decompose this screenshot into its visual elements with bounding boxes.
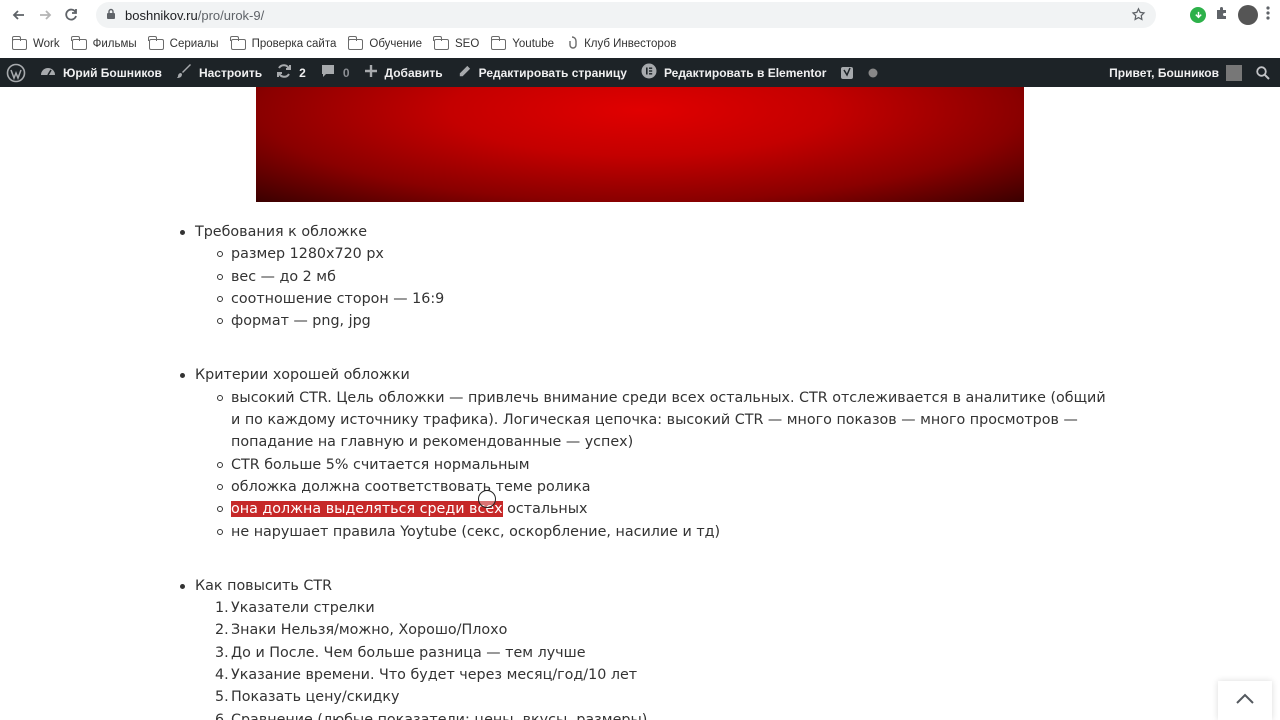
elementor-icon	[641, 63, 657, 82]
list-item: соотношение сторон — 16:9	[217, 288, 1115, 310]
list-item: формат — png, jpg	[217, 310, 1115, 332]
ctr-tips-list: 1. Указатели стрелки 2. Знаки Нельзя/можно…	[195, 597, 1115, 720]
folder-icon	[433, 35, 449, 50]
list-item: 3. До и После. Чем больше разница — тем л…	[215, 644, 586, 661]
folder-icon	[490, 35, 507, 50]
updates-link[interactable]: 2	[269, 58, 313, 87]
edit-page-link[interactable]: Редактировать страницу	[450, 58, 634, 87]
extension-icon[interactable]	[1190, 7, 1206, 23]
bookmark-work[interactable]: Work	[11, 35, 60, 50]
section-good-cover-criteria: Критерии хорошей обложки высокий CTR. Це…	[175, 364, 1115, 542]
requirements-list: размер 1280х720 px вес — до 2 мб соотнош…	[195, 243, 1115, 332]
bookmark-investors-club[interactable]: Клуб Инвесторов	[566, 35, 676, 53]
list-item: 4. Указание времени. Что будет через меся…	[215, 667, 638, 684]
bookmark-films[interactable]: Фильмы	[71, 35, 137, 50]
article-body: Требования к обложке размер 1280х720 px …	[175, 221, 1115, 720]
pencil-icon	[457, 64, 472, 82]
page-content: Требования к обложке размер 1280х720 px …	[0, 87, 1280, 720]
bookmark-learning[interactable]: Обучение	[347, 35, 422, 50]
criteria-list: высокий CTR. Цель обложки — привлечь вни…	[195, 387, 1115, 543]
list-item: высокий CTR. Цель обложки — привлечь вни…	[217, 387, 1115, 454]
link-icon	[566, 35, 578, 53]
url-host: boshnikov.ru	[125, 7, 198, 23]
list-item: 6. Сравнение (любые показатели: цены, вку…	[215, 711, 648, 720]
url-path: /pro/urok-9/	[197, 7, 265, 23]
list-item: 1. Указатели стрелки	[215, 600, 375, 617]
edit-elementor-link[interactable]: Редактировать в Elementor	[634, 58, 833, 87]
dashboard-icon	[40, 63, 56, 82]
updates-icon	[276, 63, 292, 82]
my-account-link[interactable]: Привет, Бошников	[1102, 58, 1249, 87]
list-item: 2. Знаки Нельзя/можно, Хорошо/Плохо	[215, 622, 508, 639]
list-item: 5. Показать цену/скидку	[215, 689, 400, 706]
bookmark-series[interactable]: Сериалы	[148, 35, 219, 50]
bullet	[180, 583, 185, 589]
section-title: Критерии хорошей обложки	[195, 367, 410, 384]
scroll-to-top-button[interactable]	[1218, 681, 1272, 720]
comments-link[interactable]: 0	[313, 58, 357, 87]
address-bar[interactable]: boshnikov.ru/pro/urok-9/	[96, 2, 1156, 28]
add-new-link[interactable]: Добавить	[357, 58, 450, 87]
selected-text: она должна выделяться среди всех	[231, 501, 503, 518]
search-icon[interactable]	[1249, 58, 1280, 87]
comment-bubble-icon	[320, 63, 336, 82]
wordpress-logo-icon[interactable]	[0, 58, 33, 87]
list-item: не нарушает правила Yoytube (секс, оскор…	[217, 521, 1115, 543]
forward-icon[interactable]	[32, 2, 58, 28]
reload-icon[interactable]	[58, 2, 84, 28]
back-icon[interactable]	[6, 2, 32, 28]
bookmarks-bar: Work Фильмы Сериалы Проверка сайта Обуче…	[0, 30, 1280, 58]
yoast-icon[interactable]	[833, 58, 861, 87]
section-cover-requirements: Требования к обложке размер 1280х720 px …	[175, 221, 1115, 332]
folder-icon	[71, 35, 87, 50]
customize-link[interactable]: Настроить	[169, 58, 269, 87]
list-item: обложка должна соответствовать теме роли…	[217, 476, 1115, 498]
bookmark-star-icon[interactable]	[1131, 7, 1146, 25]
bookmark-site-check[interactable]: Проверка сайта	[230, 35, 336, 50]
lock-icon	[106, 8, 116, 23]
puzzle-icon[interactable]	[1214, 5, 1230, 26]
section-increase-ctr: Как повысить CTR 1. Указатели стрелки 2. З…	[175, 575, 1115, 720]
bullet	[180, 373, 185, 379]
folder-icon	[11, 35, 27, 50]
browser-toolbar: boshnikov.ru/pro/urok-9/	[0, 0, 1280, 30]
avatar	[1226, 64, 1242, 81]
chevron-up-icon	[1235, 692, 1255, 710]
folder-icon	[347, 35, 364, 50]
section-title: Требования к обложке	[195, 224, 368, 240]
plus-icon	[364, 64, 378, 81]
menu-dots-icon[interactable]	[1266, 5, 1270, 25]
hero-image	[256, 87, 1024, 202]
profile-avatar[interactable]	[1238, 5, 1258, 25]
bullet	[180, 230, 185, 235]
seo-status-dot-icon	[861, 58, 885, 87]
list-item-highlighted: она должна выделяться среди всех остальн…	[217, 490, 1115, 520]
list-item: вес — до 2 мб	[217, 266, 1115, 288]
site-name-link[interactable]: Юрий Бошников	[33, 58, 169, 87]
brush-icon	[176, 63, 192, 82]
wp-admin-bar: Юрий Бошников Настроить 2 0 Добавить Ред…	[0, 58, 1280, 87]
folder-icon	[148, 35, 164, 50]
list-item: CTR больше 5% считается нормальным	[217, 454, 1115, 476]
section-title: Как повысить CTR	[195, 577, 333, 594]
list-item: размер 1280х720 px	[217, 243, 1115, 265]
bookmark-youtube[interactable]: Youtube	[490, 35, 554, 50]
folder-icon	[230, 35, 246, 50]
bookmark-seo[interactable]: SEO	[433, 35, 479, 50]
